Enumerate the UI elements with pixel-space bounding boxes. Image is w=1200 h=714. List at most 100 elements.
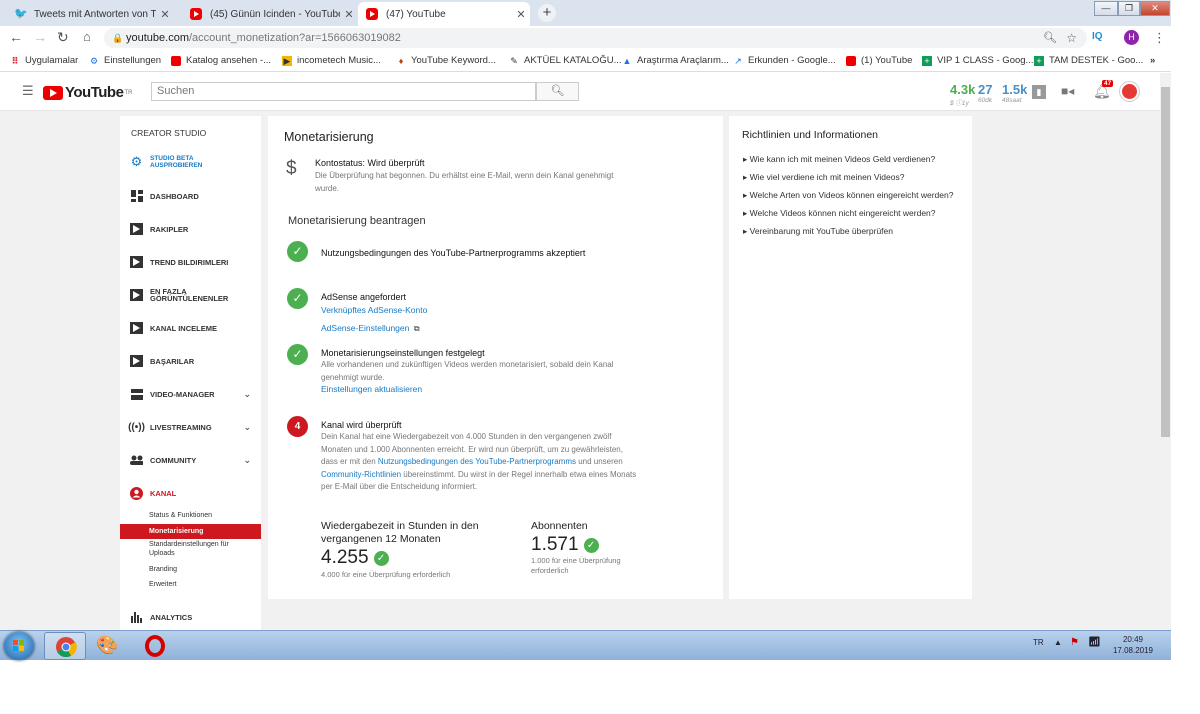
sidebar-item-video-manager[interactable]: VIDEO-MANAGER ⌄ (120, 387, 261, 401)
keyboard-language[interactable]: TR (1033, 638, 1044, 647)
sidebar-item-trend[interactable]: TREND BILDIRIMLERI (120, 255, 261, 269)
update-settings-link[interactable]: Einstellungen aktualisieren (321, 384, 641, 394)
search-input[interactable]: Suchen (151, 82, 536, 101)
home-icon[interactable]: ⌂ (83, 29, 91, 44)
stat-sub: 60dk (978, 97, 993, 104)
maximize-button[interactable]: ❐ (1118, 1, 1140, 16)
page-scrollbar[interactable] (1160, 73, 1171, 630)
windows-start-button[interactable] (4, 632, 34, 660)
sidebar-item-dashboard[interactable]: DASHBOARD (120, 189, 261, 203)
info-link-1[interactable]: ▸ Wie kann ich mit meinen Videos Geld ve… (743, 154, 935, 165)
bookmark-vip[interactable]: + VIP 1 CLASS - Goog... (922, 55, 1033, 66)
windows-taskbar: 🎨 TR ▲ ⚑ 📶︎ 20:49 17.08.2019 (0, 630, 1171, 660)
minimize-button[interactable]: — (1094, 1, 1118, 16)
community-guidelines-link[interactable]: Community-Richtlinien (321, 470, 401, 479)
sidebar-item-community[interactable]: COMMUNITY ⌄ (120, 453, 261, 467)
sidebar-item-studio-beta[interactable]: ⚙ STUDIO BETA AUSPROBIEREN (120, 154, 261, 170)
step4-number-badge: 4 (287, 416, 308, 437)
taskbar-chrome[interactable] (44, 632, 86, 660)
url-bar[interactable]: 🔒 youtube.com/account_monetization?ar=15… (104, 28, 1087, 48)
sidebar-item-kanal-inceleme[interactable]: KANAL INCELEME (120, 321, 261, 335)
bookmark-incometech[interactable]: ▶ incometech Music... (282, 55, 381, 66)
sidebar-item-basarilar[interactable]: BAŞARILAR (120, 354, 261, 368)
bookmark-einstellungen[interactable]: ⚙ Einstellungen (89, 55, 161, 66)
system-clock[interactable]: 20:49 17.08.2019 (1110, 634, 1156, 656)
new-tab-button[interactable]: + (538, 4, 556, 22)
tab-youtube-active[interactable]: (47) YouTube ✕ (358, 2, 530, 26)
forward-arrow-icon[interactable]: → (33, 29, 47, 45)
kebab-menu-icon[interactable]: ⋮ (1153, 30, 1166, 46)
vidiq-icon (130, 223, 143, 236)
hamburger-menu-icon[interactable]: ☰ (22, 83, 34, 99)
sidebar-item-analytics[interactable]: ANALYTICS (120, 610, 261, 624)
bookmark-keyword[interactable]: ♦ YouTube Keyword... (396, 55, 496, 66)
search-button[interactable]: 🔍︎ (536, 82, 579, 101)
network-icon[interactable]: 📶︎ (1088, 637, 1101, 648)
vidiq-stat-realtime[interactable]: 27 60dk (978, 82, 992, 104)
bookmark-label: AKTÜEL KATALOĞU... (524, 55, 622, 66)
scrollbar-thumb[interactable] (1161, 87, 1170, 437)
youtube-icon (190, 8, 202, 20)
watch-time-requirement: 4.000 für eine Überprüfung erforderlich (321, 570, 451, 579)
youtube-logo[interactable]: YouTube TR (43, 84, 132, 101)
sidebar-item-livestreaming[interactable]: ((•)) LIVESTREAMING ⌄ (120, 420, 261, 434)
close-icon[interactable]: ✕ (156, 8, 174, 21)
bookmark-tam-destek[interactable]: + TAM DESTEK - Goo... (1034, 55, 1143, 66)
action-center-icon[interactable]: ⚑ (1070, 637, 1079, 648)
sheets-icon: + (922, 55, 932, 66)
info-link-4[interactable]: ▸ Welche Videos können nicht eingereicht… (743, 208, 936, 219)
bookmark-label: Erkunden - Google... (748, 55, 836, 66)
info-link-2[interactable]: ▸ Wie viel verdiene ich mit meinen Video… (743, 172, 904, 183)
tab-twitter[interactable]: 🐦 Tweets mit Antworten von TeamT ✕ (6, 2, 174, 26)
vidiq-stat-48h[interactable]: 1.5k 48saat (1002, 82, 1027, 104)
bookmark-label: VIP 1 CLASS - Goog... (937, 55, 1034, 66)
info-link-5[interactable]: ▸ Vereinbarung mit YouTube überprüfen (743, 226, 893, 237)
channel-avatar[interactable] (1120, 82, 1139, 101)
step1-title: Nutzungsbedingungen des YouTube-Partnerp… (321, 248, 586, 258)
vidiq-stat-earnings[interactable]: 4.3k $ ⓘ1y (950, 82, 975, 107)
subscribers-value: 1.571 (531, 534, 579, 555)
adsense-settings-link[interactable]: AdSense-Einstellungen (321, 323, 409, 333)
bookmarks-overflow[interactable]: » (1150, 55, 1155, 66)
reload-icon[interactable]: ↻ (57, 29, 69, 46)
star-icon[interactable]: ☆ (1066, 28, 1077, 48)
close-icon[interactable]: ✕ (340, 8, 358, 21)
sidebar-sub-monetarisierung[interactable]: Monetarisierung (120, 524, 261, 539)
close-window-button[interactable]: ✕ (1140, 1, 1170, 16)
tab-gunun-icinden[interactable]: (45) Günün Icinden - YouTube ✕ (182, 2, 358, 26)
youtube-play-icon (43, 85, 63, 100)
chevron-down-icon[interactable]: ⌄ (243, 422, 251, 433)
sidebar-sub-status[interactable]: Status & Funktionen (120, 510, 261, 522)
bookmark-arastirma[interactable]: ▲ Araştırma Araçlarım... (622, 55, 729, 66)
bookmark-aktuel[interactable]: ✎ AKTÜEL KATALOĞU... (509, 55, 622, 66)
sidebar-item-en-fazla[interactable]: EN FAZLA GÖRÜNTÜLENENLER (120, 287, 261, 303)
bookmark-label: YouTube Keyword... (411, 55, 496, 66)
chevron-down-icon[interactable]: ⌄ (243, 455, 251, 466)
sidebar-sub-erweitert[interactable]: Erweitert (120, 579, 261, 591)
profile-avatar[interactable]: H (1124, 30, 1139, 45)
checkmark-icon: ✓ (287, 288, 308, 309)
taskbar-paint[interactable]: 🎨 (96, 635, 118, 656)
info-link-3[interactable]: ▸ Welche Arten von Videos können eingere… (743, 190, 953, 201)
bookmark-katalog[interactable]: Katalog ansehen -... (171, 55, 271, 66)
analytics-icon[interactable]: ▮ (1032, 85, 1046, 99)
close-icon[interactable]: ✕ (512, 8, 530, 21)
chevron-down-icon[interactable]: ⌄ (243, 389, 251, 400)
taskbar-opera[interactable] (145, 635, 165, 657)
trends-icon: ↗ (734, 55, 742, 66)
youtube-masthead: ☰ YouTube TR Suchen 🔍︎ 4.3k $ ⓘ1y 27 60dk … (0, 73, 1160, 111)
sidebar-sub-upload-defaults[interactable]: Standardeinstellungen für Uploads (120, 540, 261, 560)
bookmark-apps[interactable]: ⠿ Uygulamalar (10, 55, 78, 66)
vidiq-extension-icon[interactable]: IQ (1092, 31, 1103, 42)
partner-terms-link[interactable]: Nutzungsbedingungen des YouTube-Partnerp… (378, 457, 576, 466)
sidebar-item-rakipler[interactable]: RAKIPLER (120, 222, 261, 236)
sidebar-item-kanal[interactable]: KANAL (120, 486, 261, 500)
tray-expand-icon[interactable]: ▲ (1054, 638, 1062, 647)
bookmark-youtube[interactable]: (1) YouTube (846, 55, 912, 66)
adsense-account-link[interactable]: Verknüpftes AdSense-Konto (321, 305, 427, 315)
back-arrow-icon[interactable]: ← (9, 29, 23, 45)
zoom-search-icon[interactable]: 🔍︎ (1043, 28, 1057, 48)
upload-video-icon[interactable]: ■◂ (1061, 84, 1074, 98)
sidebar-sub-branding[interactable]: Branding (120, 564, 261, 576)
bookmark-erkunden[interactable]: ↗ Erkunden - Google... (733, 55, 836, 66)
